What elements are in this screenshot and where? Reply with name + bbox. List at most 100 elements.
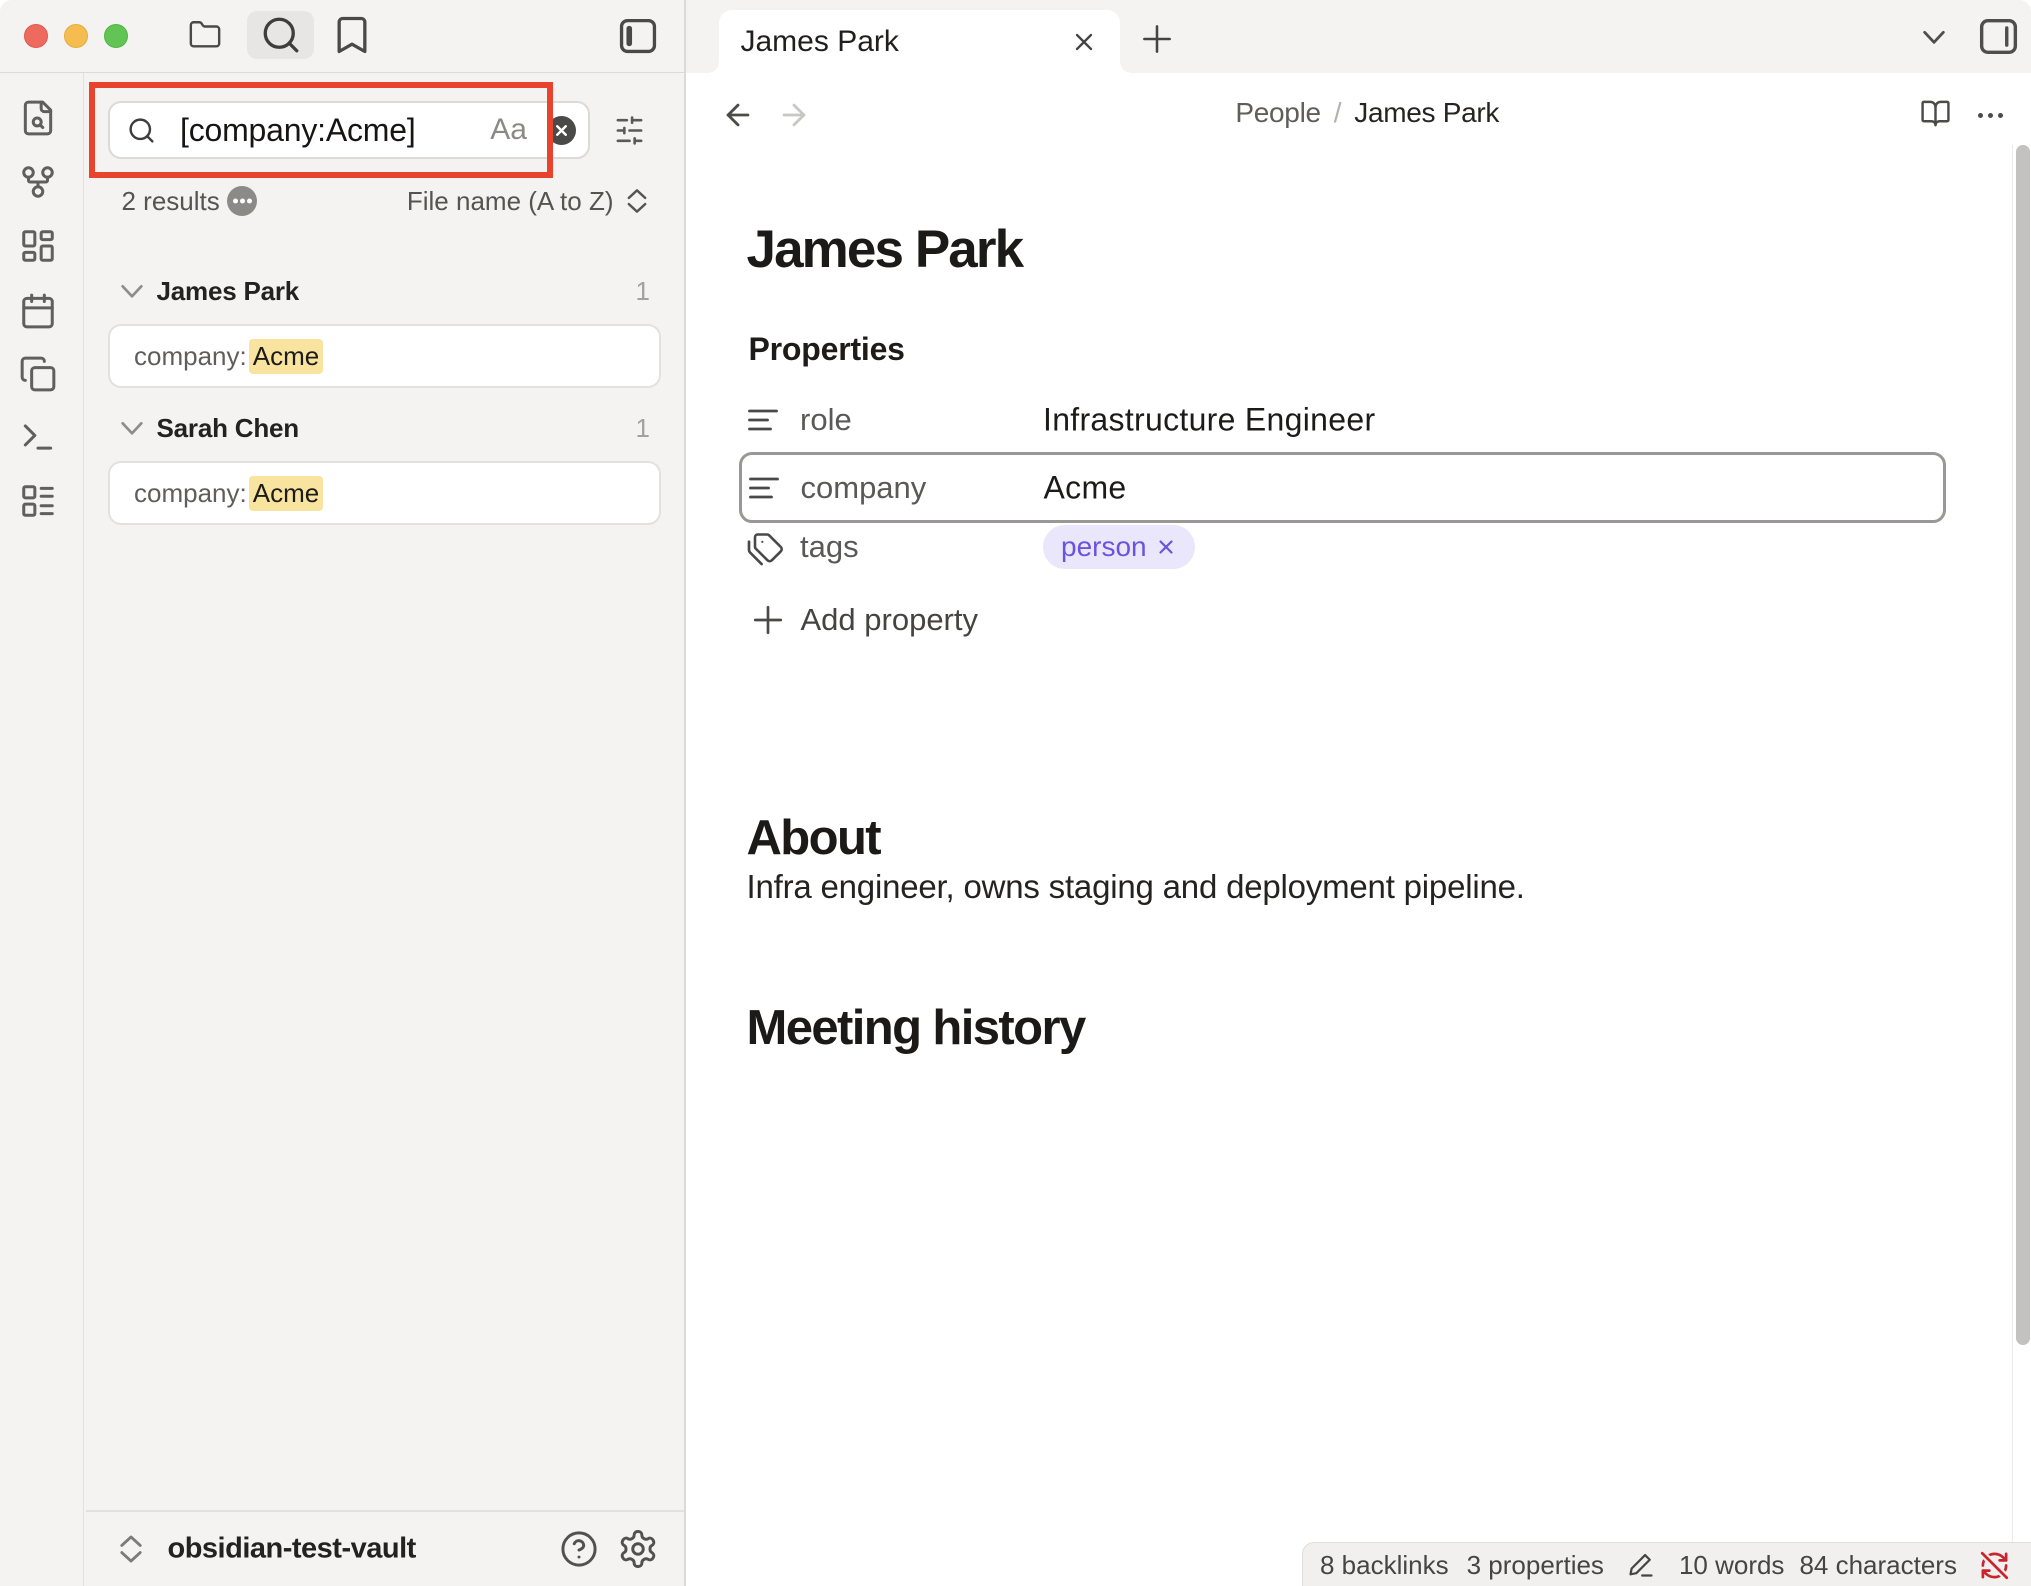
layout-list-icon[interactable] [19,482,57,520]
breadcrumb: People / James Park [704,73,2031,153]
status-properties[interactable]: 3 properties [1467,1550,1604,1581]
breadcrumb-separator: / [1334,97,1341,129]
tab-bar: James Park [686,0,2031,73]
property-value[interactable]: Infrastructure Engineer [1043,402,1375,439]
vault-switcher[interactable]: obsidian-test-vault [86,1511,685,1586]
result-group-james-park[interactable]: James Park 1 [86,263,685,319]
plus-icon [751,603,785,637]
align-left-icon [745,402,781,438]
obsidian-window: [company:Acme] Aa 2 results File name (A… [0,0,2031,1586]
meeting-history-heading: Meeting history [747,1000,1085,1056]
traffic-lights [24,24,128,48]
result-group-title: Sarah Chen [157,413,300,444]
help-circle-icon [558,1528,600,1570]
tab-corner-right [1120,63,1130,73]
properties-heading: Properties [749,329,905,369]
zoom-window-button[interactable] [104,24,128,48]
breadcrumb-folder[interactable]: People [1235,97,1320,129]
search-settings-button[interactable] [597,98,661,162]
more-options-icon[interactable] [1978,113,2003,118]
settings-button[interactable] [617,1528,659,1570]
gear-icon [617,1528,659,1570]
sliders-horizontal-icon [614,115,645,146]
property-key[interactable]: company [801,470,927,506]
status-backlinks[interactable]: 8 backlinks [1320,1550,1449,1581]
note-view: People / James Park James Park Propertie… [686,73,2031,1586]
tags-icon [745,527,785,567]
property-row-role[interactable]: role Infrastructure Engineer [739,388,1946,452]
scrollbar-thumb[interactable] [2016,145,2030,1345]
sort-order-button[interactable]: File name (A to Z) [407,180,652,222]
annotation-red-box [89,82,553,178]
ellipsis-badge-icon[interactable] [227,186,257,216]
sync-error-icon[interactable] [1979,1550,2010,1581]
sort-order-label: File name (A to Z) [407,186,614,217]
ribbon [0,73,84,1586]
match-key: company: [134,478,247,509]
results-count: 2 results [122,180,257,222]
help-button[interactable] [558,1528,600,1570]
tab-james-park[interactable]: James Park [719,10,1120,73]
chevrons-up-down-icon [114,1532,148,1566]
search-tab-button[interactable] [247,11,314,59]
chevron-down-icon [116,412,148,444]
chevron-down-icon [116,275,148,307]
align-left-icon [746,470,782,506]
panel-left-toggle-icon[interactable] [615,15,661,57]
close-window-button[interactable] [24,24,48,48]
match-key: company: [134,341,247,372]
search-match-row[interactable]: company: Acme [108,461,661,525]
property-row-tags[interactable]: tags person [739,516,1946,578]
property-key[interactable]: tags [800,529,859,565]
property-key[interactable]: role [800,402,852,438]
file-search-icon[interactable] [19,99,57,137]
property-value[interactable]: Acme [1044,469,1127,506]
vault-name: obsidian-test-vault [168,1532,416,1565]
results-count-label: 2 results [122,186,220,217]
main-area: James Park People / James Park [686,0,2031,1586]
result-group-title: James Park [157,276,300,307]
tag-label: person [1061,531,1147,563]
status-characters[interactable]: 84 characters [1799,1550,1957,1581]
close-tab-icon[interactable] [1070,28,1098,56]
new-tab-button[interactable] [1141,23,1173,55]
add-property-button[interactable]: Add property [751,596,979,644]
status-words[interactable]: 10 words [1679,1550,1785,1581]
scrollbar-track[interactable] [2012,145,2031,1586]
tab-title: James Park [741,25,899,59]
about-heading: About [747,810,881,866]
about-paragraph: Infra engineer, owns staging and deploym… [747,865,1525,909]
search-sidebar: [company:Acme] Aa 2 results File name (A… [86,73,685,1586]
search-info-row: 2 results File name (A to Z) [122,180,652,222]
bookmark-icon[interactable] [330,13,374,57]
search-match-row[interactable]: company: Acme [108,324,661,388]
sidebar-main-divider [684,0,686,1586]
add-property-label: Add property [801,602,979,638]
folder-icon[interactable] [186,18,224,52]
layout-dashboard-icon[interactable] [19,227,57,265]
remove-tag-icon[interactable] [1155,536,1177,558]
property-row-company[interactable]: company Acme [739,452,1946,523]
copy-icon[interactable] [19,355,57,393]
panel-right-toggle-icon[interactable] [1975,15,2022,58]
breadcrumb-note[interactable]: James Park [1354,97,1499,129]
chevrons-up-down-icon [622,186,652,216]
pencil-icon [1627,1551,1655,1579]
view-header: People / James Park [686,73,2031,153]
reading-mode-icon[interactable] [1920,98,1951,129]
search-icon [260,14,302,56]
status-bar: 8 backlinks 3 properties 10 words 84 cha… [1302,1542,2031,1586]
terminal-icon[interactable] [19,418,57,456]
note-title[interactable]: James Park [747,220,1023,280]
close-icon [553,122,570,139]
graph-icon[interactable] [19,163,57,201]
tag-pill[interactable]: person [1043,525,1195,569]
match-highlight: Acme [249,476,323,511]
minimize-window-button[interactable] [64,24,88,48]
match-highlight: Acme [249,339,323,374]
calendar-icon[interactable] [19,292,57,330]
result-group-count: 1 [636,413,650,444]
tab-list-chevron-icon[interactable] [1918,21,1950,53]
result-group-sarah-chen[interactable]: Sarah Chen 1 [86,400,685,456]
result-group-count: 1 [636,276,650,307]
